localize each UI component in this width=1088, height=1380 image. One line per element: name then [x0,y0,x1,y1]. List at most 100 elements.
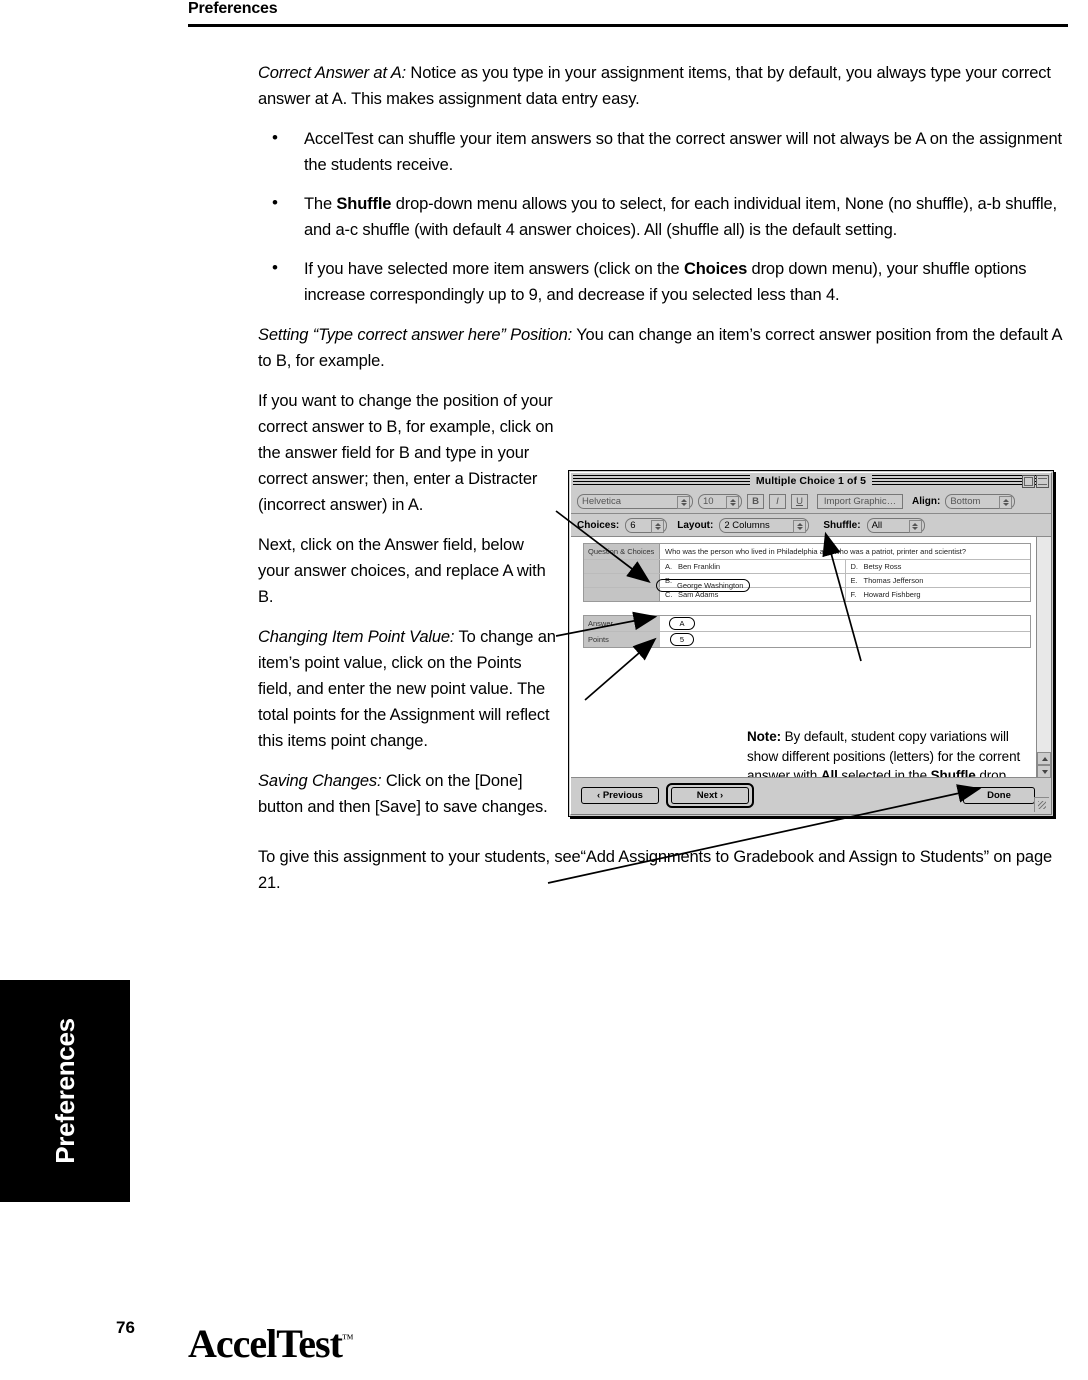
question-stem-row: Question & Choices Who was the person wh… [584,544,1030,560]
paragraph-correct-answer-at-a: Correct Answer at A: Notice as you type … [258,60,1068,112]
choice-cell-d[interactable]: D. Betsy Ross [846,560,1031,573]
bullet-item-shuffle-menu: • The Shuffle drop-down menu allows you t… [258,191,1068,243]
page-footer: 76 AccelTest™ [0,1318,1088,1380]
paragraph-change-position: If you want to change the position of yo… [258,392,554,514]
paragraph-setting-position: Setting “Type correct answer here” Posit… [258,322,1068,374]
bullet-bold-shuffle: Shuffle [336,195,392,213]
figure-multiple-choice-dialog: Multiple Choice 1 of 5 Helvetica 10 B I … [556,458,1068,830]
answer-row: Answer A [584,616,1030,632]
align-label: Align: [912,495,941,507]
points-label: Points [584,632,660,647]
page-number: 76 [116,1318,135,1337]
chevron-updown-icon [999,495,1013,509]
choice-text[interactable]: Howard Fishberg [862,590,1031,599]
zoom-box-icon[interactable] [1022,475,1035,488]
item-editor-body: Question & Choices Who was the person wh… [571,537,1051,778]
choice-letter: D. [850,562,859,571]
bold-button[interactable]: B [747,493,764,509]
choice-cell-c[interactable]: C. Sam Adams [660,588,846,601]
choices-row-3: C. Sam Adams F. Howard Fishberg [584,588,1030,601]
choices-label: Choices: [577,519,620,531]
paragraph-next-answer-field: Next, click on the Answer field, below y… [258,536,546,606]
logo-wordmark: AccelTest [188,1321,343,1366]
choices-label-spacer [584,588,660,601]
layout-value: 2 Columns [724,519,770,531]
done-button[interactable]: Done [963,787,1035,804]
note-callout: Note: By default, student copy variation… [747,727,1027,778]
choice-cell-a[interactable]: A. Ben Franklin [660,560,846,573]
italic-button[interactable]: I [769,493,786,509]
choice-letter: A. [665,562,673,571]
choices-row-1: A. Ben Franklin D. Betsy Ross [584,560,1030,574]
bullet-bold-choices: Choices [683,260,748,278]
bullet-text-post: drop-down menu allows you to select, for… [304,195,1057,239]
answer-points-block: Answer A Points 5 [583,615,1031,648]
bullet-item-choices-menu: • If you have selected more item answers … [258,256,1068,308]
bullet-glyph-icon: • [272,128,278,147]
font-size-value: 10 [703,495,714,507]
format-toolbar: Helvetica 10 B I U Import Graphic… Align… [571,489,1051,514]
side-tab-preferences: Preferences [0,980,130,1202]
paragraph-point-value: Changing Item Point Value: To change an … [258,624,558,754]
choice-cell-b[interactable]: B. George Washington [656,574,846,592]
acceltest-logo: AccelTest™ [188,1320,354,1367]
choice-text[interactable]: Betsy Ross [862,562,1031,571]
shuffle-dropdown[interactable]: All [866,517,925,533]
choice-cell-f[interactable]: F. Howard Fishberg [846,588,1031,601]
chevron-updown-icon [677,495,690,509]
trademark-symbol: ™ [341,1331,354,1346]
note-bold-all: All [820,768,838,778]
question-text-field[interactable]: Who was the person who lived in Philadel… [660,544,1030,559]
choice-text[interactable]: Sam Adams [676,590,845,599]
choice-cell-e[interactable]: E. Thomas Jefferson [846,574,1031,587]
previous-button[interactable]: ‹ Previous [581,787,659,804]
answer-label: Answer [584,616,660,631]
align-value: Bottom [950,495,981,507]
bullet-glyph-icon: • [272,193,278,212]
window-title: Multiple Choice 1 of 5 [749,474,873,487]
align-dropdown[interactable]: Bottom [945,493,1016,509]
paragraph-saving-changes: Saving Changes: Click on the [Done] butt… [258,768,558,820]
layout-dropdown[interactable]: 2 Columns [719,517,810,533]
collapse-box-icon[interactable] [1036,475,1049,488]
choices-row-2: B. George Washington E. Thomas Jefferson [584,574,1031,592]
next-button[interactable]: Next › [671,787,749,804]
resize-grip-icon[interactable] [1034,797,1049,812]
note-bold-shuffle: Shuffle [930,768,976,778]
chevron-updown-icon [908,519,922,533]
chevron-updown-icon [651,519,665,533]
shuffle-label: Shuffle: [823,519,861,531]
chevron-updown-icon [726,495,739,509]
question-and-choices-table: Question & Choices Who was the person wh… [583,543,1031,602]
header-title: Preferences [188,0,278,17]
font-size-dropdown[interactable]: 10 [698,493,742,509]
paragraph-give-assignment: To give this assignment to your students… [258,848,1053,892]
item-options-toolbar: Choices: 6 Layout: 2 Columns Shuffle: Al… [571,514,1051,537]
choice-text[interactable]: Thomas Jefferson [862,576,1031,585]
dialog-window: Multiple Choice 1 of 5 Helvetica 10 B I … [568,470,1054,817]
side-tab-label: Preferences [49,1018,80,1164]
choice-text[interactable]: Ben Franklin [676,562,845,571]
layout-label: Layout: [677,519,714,531]
choices-label-spacer [584,560,660,573]
underline-button[interactable]: U [791,493,808,509]
scroll-up-arrow-icon[interactable] [1037,752,1051,765]
question-section-label: Question & Choices [584,544,660,559]
import-graphic-button[interactable]: Import Graphic… [817,493,903,509]
choices-dropdown[interactable]: 6 [625,517,668,533]
lead-in-point-value: Changing Item Point Value: [258,628,455,646]
bullet-glyph-icon: • [272,258,278,277]
answer-field[interactable]: A [660,617,704,630]
choice-letter: F. [850,590,857,599]
bullet-text-pre: The [304,195,337,213]
font-family-dropdown[interactable]: Helvetica [577,493,693,509]
vertical-scrollbar[interactable] [1036,537,1051,778]
bullet-text-pre: If you have selected more item answers (… [304,260,684,278]
running-header: Preferences [188,0,1068,34]
choices-value: 6 [630,519,636,531]
bullet-item-shuffle-answers: • AccelTest can shuffle your item answers… [258,126,1068,178]
window-title-bar[interactable]: Multiple Choice 1 of 5 [571,473,1051,488]
points-field[interactable]: 5 [660,633,704,646]
scroll-down-arrow-icon[interactable] [1037,765,1051,778]
shuffle-value: All [871,519,883,531]
